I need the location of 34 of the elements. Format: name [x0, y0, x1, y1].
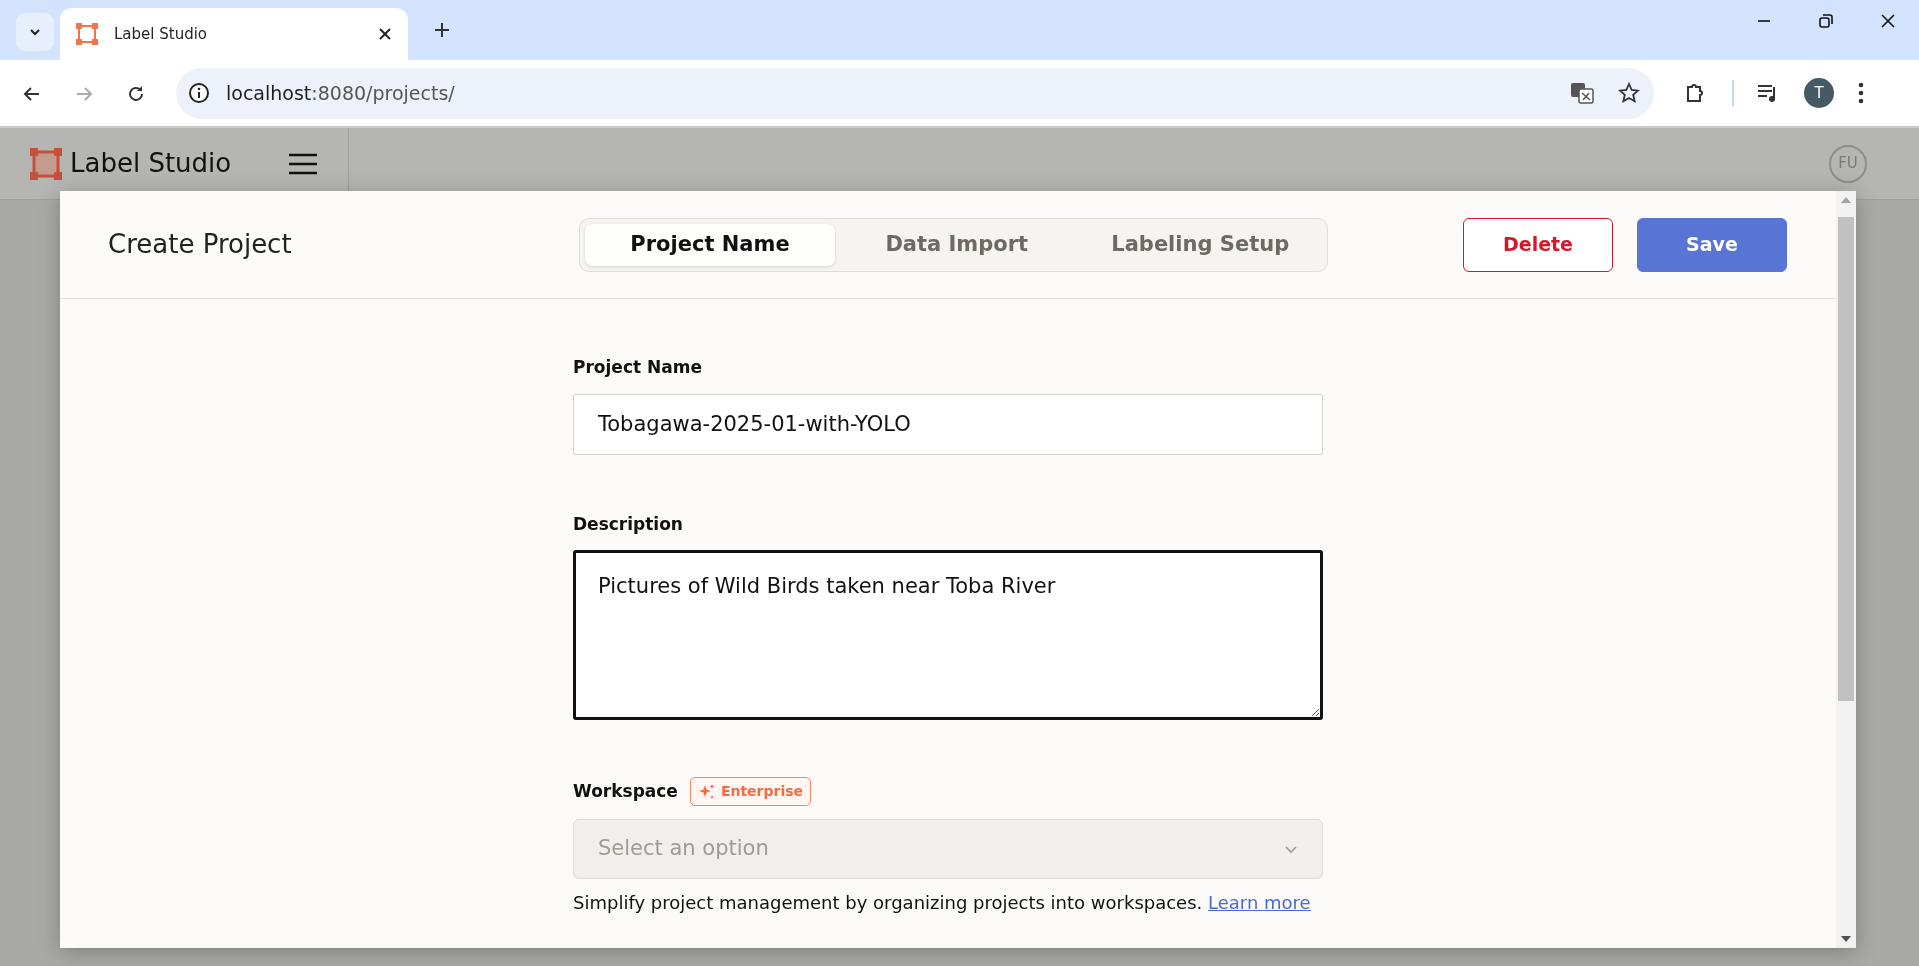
app-name: Label Studio — [70, 147, 232, 180]
field-label: Description — [573, 512, 683, 536]
delete-button[interactable]: Delete — [1463, 217, 1613, 272]
tab-favicon-icon — [76, 23, 98, 45]
app-logo-icon — [30, 147, 62, 180]
text-input-field[interactable]: Tobagawa-2025-01-with-YOLO — [573, 393, 1323, 455]
new-tab-icon[interactable] — [434, 22, 450, 38]
help-text: Simplify project management by organizing projects into workspaces. Learn more — [573, 891, 1312, 915]
step-tab[interactable]: Data Import — [835, 223, 1079, 266]
url-text: localhost:8080/projects/ — [226, 80, 455, 106]
browser-tab[interactable]: Label Studio — [60, 8, 408, 60]
tab-title: Label Studio — [114, 23, 207, 45]
field-label: Workspace — [573, 779, 678, 803]
close-tab-icon[interactable] — [378, 27, 392, 41]
scroll-down-arrow-icon[interactable] — [1841, 936, 1851, 942]
site-info-icon[interactable] — [188, 82, 210, 104]
description-field[interactable]: Pictures of Wild Birds taken near Toba River — [573, 550, 1323, 720]
enterprise-badge: Enterprise — [689, 777, 812, 806]
profile-avatar[interactable]: T — [1804, 78, 1834, 108]
step-tab[interactable]: Project Name — [585, 223, 835, 266]
menu-icon[interactable] — [288, 151, 319, 176]
scrollbar[interactable] — [1836, 191, 1856, 948]
minimize-icon — [1757, 19, 1771, 22]
save-button[interactable]: Save — [1637, 217, 1787, 272]
bookmark-star-icon[interactable] — [1618, 82, 1640, 104]
dialog-title: Create Project — [108, 228, 293, 261]
translate-icon[interactable] — [1570, 81, 1594, 105]
step-tab[interactable]: Labeling Setup — [1078, 223, 1322, 266]
browser-menu-icon[interactable] — [1858, 82, 1864, 104]
scrollbar-thumb[interactable] — [1838, 217, 1854, 701]
address-bar[interactable]: localhost:8080/projects/ — [176, 67, 1654, 119]
restore-icon — [1818, 12, 1834, 29]
close-icon — [1880, 12, 1896, 29]
field-label: Project Name — [573, 356, 702, 379]
